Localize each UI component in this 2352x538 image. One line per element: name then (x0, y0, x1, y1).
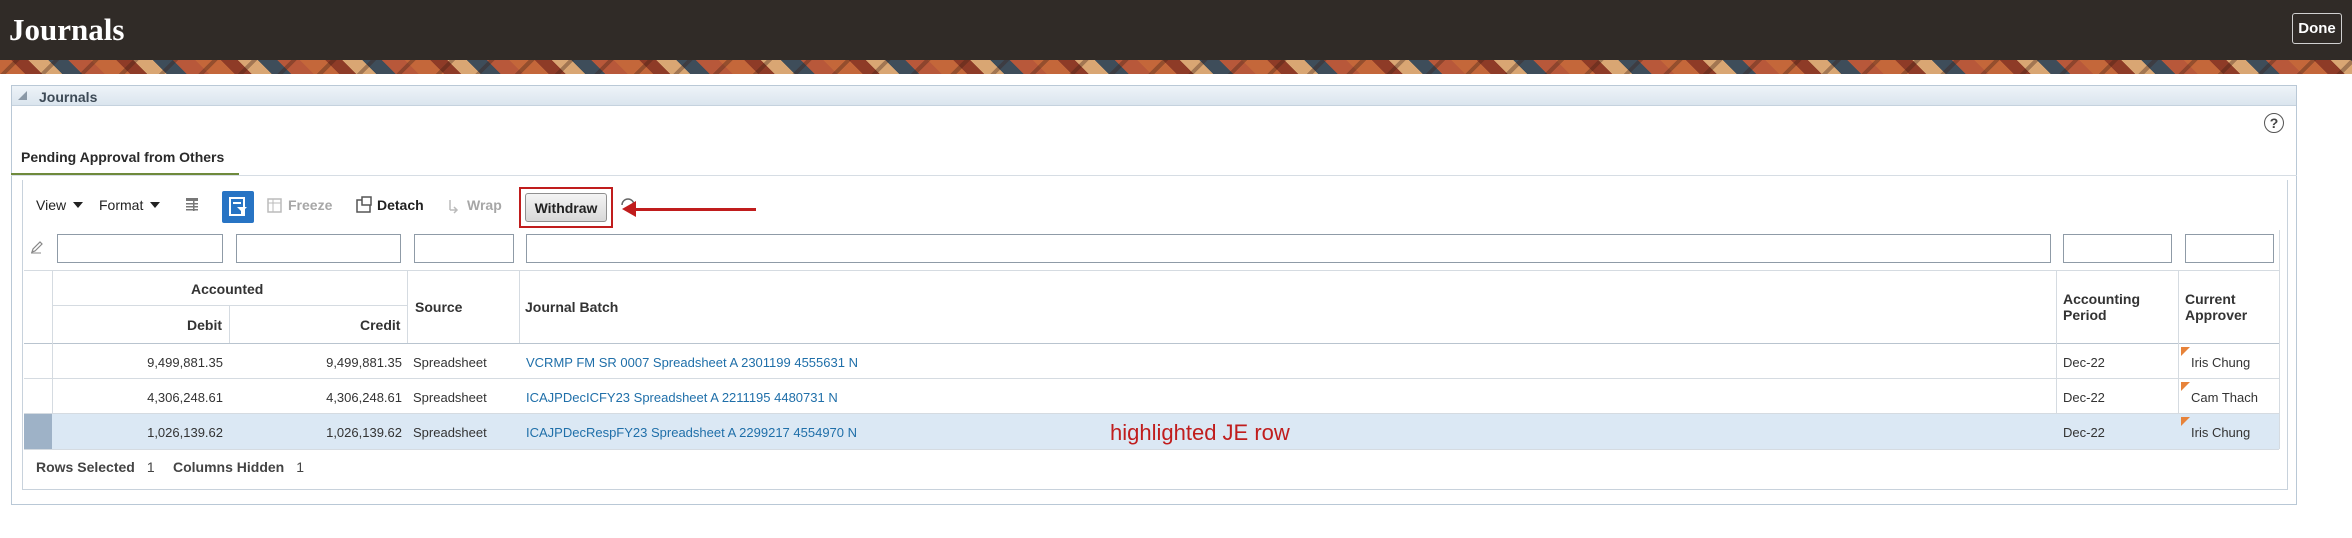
column-header-journal-batch[interactable]: Journal Batch (525, 299, 618, 315)
cell-credit: 9,499,881.35 (326, 355, 402, 370)
format-menu[interactable]: Format (99, 197, 161, 213)
column-header-current-approver[interactable]: Current Approver (2185, 291, 2247, 323)
cell-source: Spreadsheet (413, 390, 487, 405)
columns-hidden-status: Columns Hidden 1 (173, 459, 304, 475)
cell-approver: Iris Chung (2191, 425, 2251, 440)
freeze-button[interactable]: Freeze (288, 197, 332, 213)
chevron-down-icon (150, 202, 161, 208)
approver-flag-icon (2181, 417, 2190, 426)
decorative-banner (0, 60, 2352, 74)
journal-batch-link[interactable]: VCRMP FM SR 0007 Spreadsheet A 2301199 4… (526, 355, 858, 370)
detach-button[interactable]: Detach (377, 197, 424, 213)
row-selector-selected[interactable] (24, 414, 52, 449)
columns-icon[interactable] (183, 195, 203, 215)
approver-flag-icon (2181, 382, 2190, 391)
tab-label: Pending Approval from Others (21, 149, 225, 165)
format-menu-label: Format (99, 197, 144, 213)
column-header-source[interactable]: Source (415, 299, 462, 315)
columns-hidden-label: Columns Hidden (173, 459, 285, 475)
grid-line (24, 343, 2279, 344)
query-by-example-button[interactable] (222, 191, 254, 223)
cell-approver: Cam Thach (2191, 390, 2258, 405)
annotation-text: highlighted JE row (1110, 420, 1290, 445)
detach-icon (356, 196, 372, 213)
pencil-icon (31, 241, 43, 254)
source-filter-input[interactable] (414, 234, 514, 263)
column-header-accounting-period[interactable]: Accounting Period (2063, 291, 2140, 323)
rows-selected-label: Rows Selected (36, 459, 135, 475)
cell-source: Spreadsheet (413, 355, 487, 370)
cell-approver: Iris Chung (2191, 355, 2251, 370)
tab-divider (11, 175, 2297, 176)
columns-hidden-value: 1 (296, 459, 305, 475)
grid-line (229, 305, 230, 343)
column-header-debit[interactable]: Debit (187, 317, 222, 333)
grid-line (2279, 230, 2280, 449)
credit-filter-input[interactable] (236, 234, 401, 263)
freeze-icon (267, 198, 282, 213)
header-line: Approver (2185, 307, 2248, 323)
cell-source: Spreadsheet (413, 425, 487, 440)
grid-line (24, 449, 2279, 450)
grid-line (24, 270, 2279, 271)
cell-debit: 4,306,248.61 (147, 390, 223, 405)
journal-batch-link[interactable]: ICAJPDecICFY23 Spreadsheet A 2211195 448… (526, 390, 838, 405)
panel-title: Journals (39, 89, 98, 105)
collapse-icon[interactable] (18, 91, 27, 100)
cell-debit: 9,499,881.35 (147, 355, 223, 370)
journal-batch-link[interactable]: ICAJPDecRespFY23 Spreadsheet A 2299217 4… (526, 425, 857, 440)
accounting-period-filter-input[interactable] (2063, 234, 2172, 263)
panel-header[interactable]: Journals (12, 86, 2296, 106)
cell-credit: 1,026,139.62 (326, 425, 402, 440)
grid-line (519, 270, 520, 343)
cell-period: Dec-22 (2063, 390, 2105, 405)
tab-pending-approval[interactable]: Pending Approval from Others (11, 142, 239, 176)
journal-batch-filter-input[interactable] (526, 234, 2051, 263)
annotation-arrow (632, 208, 756, 211)
rows-selected-value: 1 (146, 459, 155, 475)
column-header-credit[interactable]: Credit (360, 317, 400, 333)
current-approver-filter-input[interactable] (2185, 234, 2274, 263)
view-menu[interactable]: View (36, 197, 84, 213)
cell-period: Dec-22 (2063, 355, 2105, 370)
approver-flag-icon (2181, 347, 2190, 356)
cell-credit: 4,306,248.61 (326, 390, 402, 405)
header-line: Current (2185, 291, 2236, 307)
done-button[interactable]: Done (2292, 13, 2342, 44)
rows-selected-status: Rows Selected 1 (36, 459, 155, 475)
header-line: Period (2063, 307, 2107, 323)
accounted-group-header: Accounted (191, 281, 264, 297)
cell-debit: 1,026,139.62 (147, 425, 223, 440)
page-title: Journals (9, 12, 125, 47)
filter-table-icon (229, 197, 247, 216)
chevron-down-icon (73, 202, 84, 208)
wrap-icon (449, 200, 459, 214)
view-menu-label: View (36, 197, 67, 213)
grid-line (407, 270, 408, 343)
app-header: Journals Done (0, 0, 2352, 60)
wrap-button[interactable]: Wrap (467, 197, 502, 213)
header-line: Accounting (2063, 291, 2140, 307)
help-icon[interactable]: ? (2264, 113, 2284, 133)
cell-period: Dec-22 (2063, 425, 2105, 440)
grid-line (24, 378, 2279, 379)
withdraw-button[interactable]: Withdraw (525, 193, 607, 222)
debit-filter-input[interactable] (57, 234, 223, 263)
